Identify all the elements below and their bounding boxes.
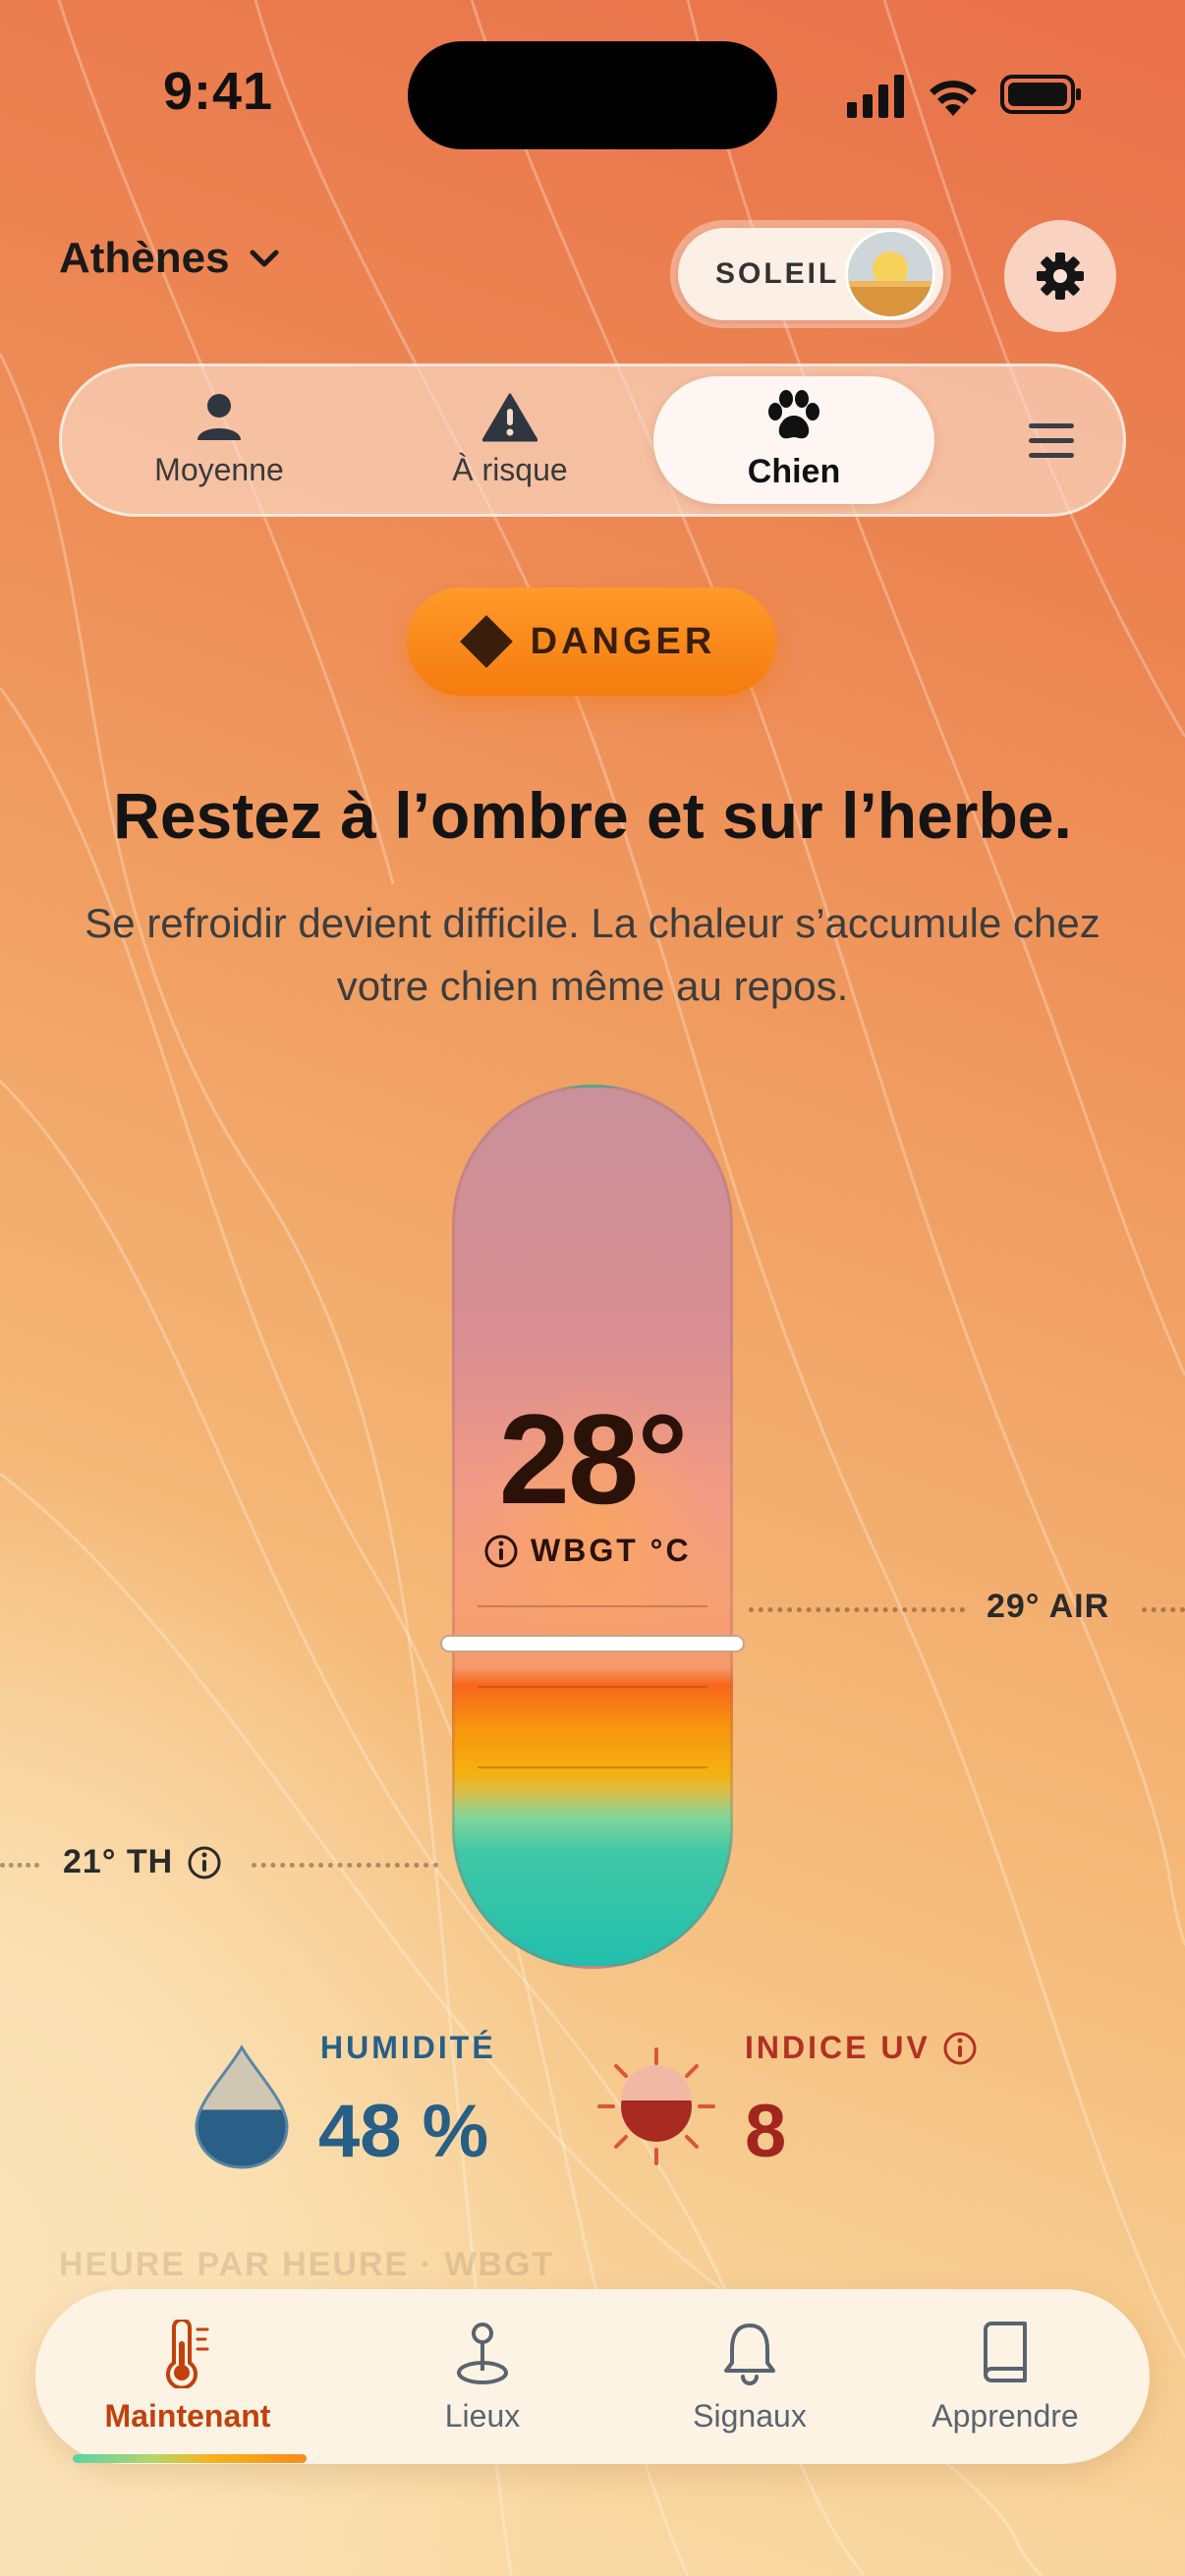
wbgt-unit: WBGT °C (531, 1533, 692, 1568)
battery-icon (1000, 75, 1081, 114)
info-icon (484, 1535, 518, 1567)
uv-value: 8 (745, 2090, 787, 2173)
hamburger-menu-icon (1029, 423, 1074, 458)
status-icons (847, 75, 1081, 118)
th-temperature: 21° TH (63, 1843, 174, 1880)
segment-a-risque[interactable]: À risque (392, 366, 628, 514)
water-drop-icon (195, 2044, 289, 2169)
gear-icon (1037, 252, 1084, 300)
humidity-fill (197, 2109, 287, 2167)
diamond-icon (459, 615, 513, 668)
sun-uv-icon (597, 2047, 715, 2165)
map-pin-icon (457, 2322, 508, 2384)
segment-moyenne[interactable]: Moyenne (101, 366, 337, 514)
city-name: Athènes (59, 234, 230, 282)
sun-toggle-label: SOLEIL (715, 257, 840, 290)
th-temperature-info[interactable]: 21° TH (63, 1843, 222, 1881)
chevron-down-icon (250, 250, 279, 267)
wbgt-unit-info[interactable]: WBGT °C (483, 1533, 692, 1569)
hourly-section-title: HEURE PAR HEURE · WBGT (59, 2246, 555, 2283)
segment-chien[interactable]: Chien (653, 376, 934, 504)
advice-description: Se refroidir devient difficile. La chale… (85, 900, 1100, 1009)
sun-toggle[interactable]: SOLEIL (670, 220, 951, 328)
paw-icon (768, 389, 819, 438)
tab-lieux[interactable]: Lieux (360, 2289, 605, 2464)
settings-button[interactable] (1004, 220, 1116, 332)
dynamic-island (408, 41, 777, 149)
risk-level-label: DANGER (530, 620, 716, 662)
segment-label: Moyenne (154, 451, 284, 487)
thermometer-icon (166, 2319, 209, 2388)
info-icon (943, 2032, 977, 2064)
status-time: 9:41 (163, 62, 274, 121)
tab-signaux[interactable]: Signaux (627, 2289, 873, 2464)
bell-icon (724, 2323, 775, 2385)
sun-horizon-icon (845, 229, 935, 319)
bottom-tab-bar: Maintenant Lieux Signaux Apprendre (35, 2289, 1150, 2464)
uv-title: INDICE UV (745, 2030, 931, 2065)
current-level-marker (440, 1635, 745, 1652)
segment-label: Chien (747, 452, 841, 490)
tab-label: Lieux (444, 2397, 521, 2434)
th-leader-line-start (0, 1863, 39, 1868)
city-selector[interactable]: Athènes (59, 234, 281, 283)
menu-button[interactable] (1029, 421, 1074, 466)
risk-level-badge: DANGER (407, 588, 776, 696)
tab-maintenant[interactable]: Maintenant (65, 2289, 310, 2464)
info-icon (188, 1846, 221, 1878)
scale-tick (478, 1605, 707, 1607)
person-icon (198, 393, 241, 440)
humidity-value: 48 % (318, 2090, 489, 2173)
tab-label: Signaux (693, 2397, 807, 2434)
air-leader-line-end (1142, 1607, 1185, 1612)
cellular-signal-icon (847, 75, 904, 118)
tab-apprendre[interactable]: Apprendre (882, 2289, 1128, 2464)
uv-index-info[interactable]: INDICE UV (745, 2030, 978, 2066)
th-leader-line (252, 1863, 438, 1868)
wbgt-value: 28° (498, 1387, 689, 1531)
humidity-title: HUMIDITÉ (320, 2030, 496, 2065)
active-tab-indicator (73, 2454, 307, 2463)
scale-tick (478, 1686, 707, 1688)
air-leader-line (749, 1607, 965, 1612)
book-icon (984, 2321, 1027, 2382)
air-temperature: 29° AIR (987, 1588, 1110, 1625)
tab-label: Apprendre (931, 2397, 1079, 2434)
advice-headline: Restez à l’ombre et sur l’herbe. (113, 779, 1072, 852)
tab-label: Maintenant (104, 2397, 271, 2434)
profile-segmented-control: Moyenne À risque Chien (59, 364, 1126, 517)
scale-tick (478, 1766, 707, 1768)
wifi-icon (930, 81, 977, 116)
segment-label: À risque (452, 451, 568, 487)
warning-icon (482, 393, 537, 441)
